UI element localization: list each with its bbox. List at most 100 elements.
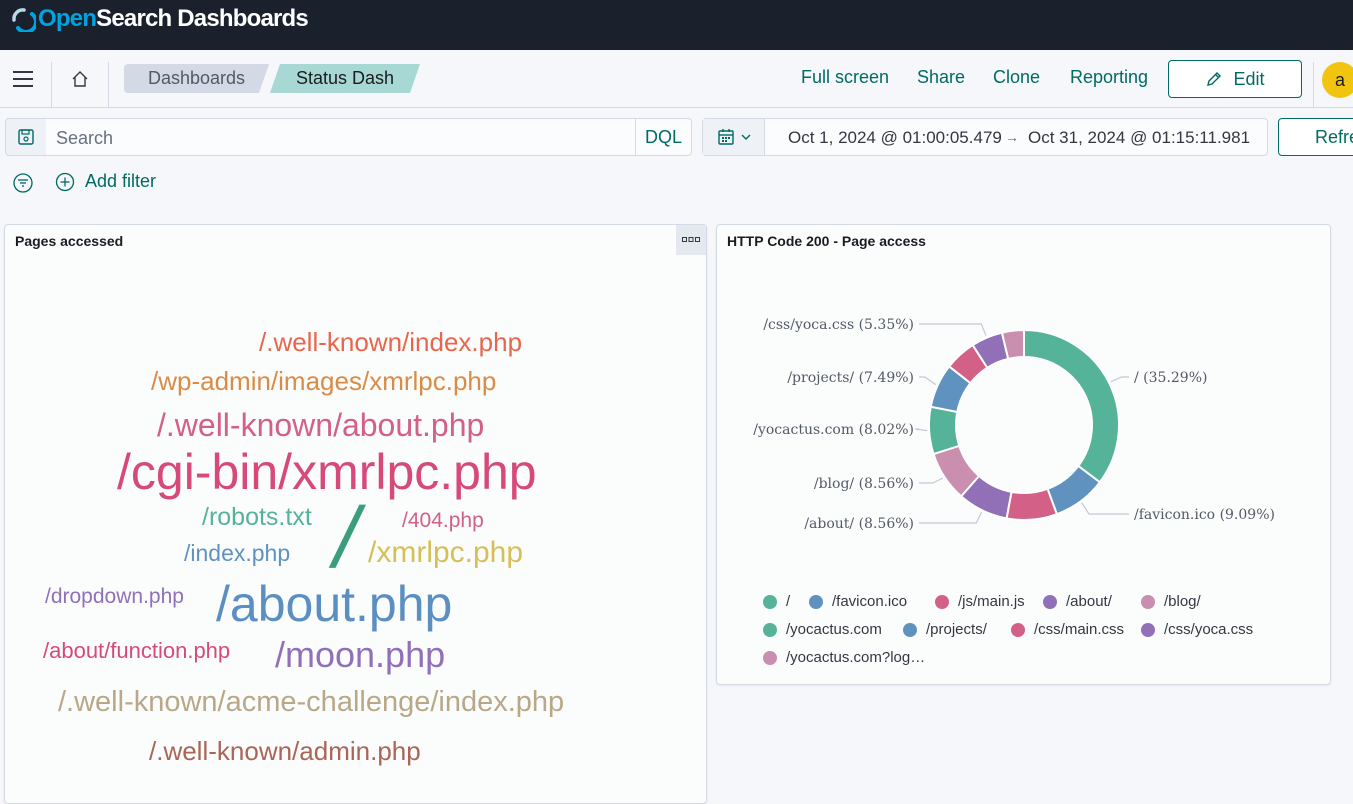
user-avatar[interactable]: a (1322, 62, 1353, 98)
search-input[interactable]: Search (56, 128, 113, 149)
logo-text-open: Open (38, 5, 97, 32)
refresh-label: Refresh (1315, 126, 1353, 147)
refresh-button[interactable]: Refresh (1278, 118, 1353, 156)
calendar-icon (717, 129, 734, 145)
wordcloud-word[interactable]: /.well-known/about.php (157, 409, 484, 441)
date-range-picker[interactable]: Oct 1, 2024 @ 01:00:05.479 → Oct 31, 202… (702, 118, 1268, 156)
full-screen-link[interactable]: Full screen (801, 67, 889, 88)
wordcloud-word[interactable]: /about/function.php (43, 640, 230, 662)
end-date[interactable]: Oct 31, 2024 @ 01:15:11.981 (1028, 128, 1250, 148)
wordcloud-word[interactable]: / (325, 490, 369, 586)
slice-callout-label: /css/yoca.css (5.35%) (763, 317, 914, 333)
legend-label: /about/ (1066, 593, 1112, 610)
saved-query-button[interactable] (5, 118, 47, 156)
callout-leader-line (919, 376, 937, 386)
donut-chart-panel: HTTP Code 200 - Page access / (35.29%)/f… (716, 224, 1331, 685)
wordcloud-panel: Pages accessed /.well-known/index.php /w… (4, 224, 707, 804)
divider (108, 62, 109, 108)
legend-item[interactable]: /about/ (1043, 593, 1112, 610)
hamburger-icon (13, 71, 33, 87)
breadcrumb-dashboards[interactable]: Dashboards (124, 64, 269, 93)
legend-item[interactable]: /blog/ (1141, 593, 1201, 610)
legend-item[interactable]: /css/main.css (1011, 621, 1124, 638)
arrow-right-icon: → (1005, 129, 1019, 145)
wordcloud-word[interactable]: /dropdown.php (45, 586, 184, 607)
legend-label: /projects/ (926, 621, 987, 638)
callout-leader-line (919, 477, 944, 484)
legend-color-dot-icon (1141, 622, 1155, 637)
donut-slice[interactable] (1005, 487, 1059, 521)
breadcrumb-status-dash: Status Dash (270, 64, 420, 93)
callout-leader-line (919, 323, 987, 336)
opensearch-logo[interactable]: OpenSearch Dashboards (10, 5, 309, 33)
wordcloud-word[interactable]: /about.php (216, 579, 452, 629)
wordcloud-word[interactable]: /.well-known/index.php (259, 329, 522, 355)
add-filter-label: Add filter (85, 171, 157, 191)
legend-item[interactable]: /projects/ (903, 621, 987, 638)
home-icon (72, 71, 88, 87)
menu-toggle-button[interactable] (0, 50, 46, 108)
callout-leader-line (1081, 502, 1129, 515)
pencil-icon (1207, 72, 1222, 86)
wordcloud-word[interactable]: /wp-admin/images/xmrlpc.php (151, 368, 496, 394)
filter-options-button[interactable] (13, 173, 33, 198)
home-button[interactable] (56, 50, 104, 108)
legend-color-dot-icon (763, 650, 777, 665)
wordcloud-word[interactable]: /404.php (402, 510, 484, 531)
start-date[interactable]: Oct 1, 2024 @ 01:00:05.479 (788, 128, 1002, 148)
legend-item[interactable]: /js/main.js (935, 593, 1025, 610)
chevron-down-icon (741, 134, 750, 140)
quick-date-menu-button[interactable] (703, 119, 765, 155)
wordcloud-word[interactable]: /xmrlpc.php (368, 538, 523, 568)
wordcloud-word[interactable]: /cgi-bin/xmrlpc.php (117, 447, 537, 497)
legend-color-dot-icon (903, 622, 917, 637)
legend-color-dot-icon (1043, 594, 1057, 609)
legend-label: / (786, 593, 791, 610)
reporting-link[interactable]: Reporting (1070, 67, 1148, 88)
panel-title: Pages accessed (15, 233, 124, 249)
legend-color-dot-icon (1011, 622, 1025, 637)
navigation-bar: Dashboards Status Dash Full screen Share… (0, 50, 1353, 108)
legend-color-dot-icon (935, 594, 949, 609)
wordcloud-word[interactable]: /.well-known/admin.php (149, 738, 421, 764)
slice-callout-label: /blog/ (8.56%) (814, 476, 914, 492)
edit-button[interactable]: Edit (1168, 60, 1302, 98)
search-field[interactable]: Search DQL (46, 118, 692, 156)
legend-color-dot-icon (763, 594, 777, 609)
opensearch-mark-icon (12, 8, 36, 32)
logo-text-rest: Search Dashboards (96, 5, 309, 32)
add-filter-button[interactable]: Add filter (55, 171, 156, 192)
panel-options-button[interactable] (676, 225, 706, 255)
legend-color-dot-icon (763, 622, 777, 637)
query-language-button[interactable]: DQL (635, 119, 691, 155)
legend-item[interactable]: /favicon.ico (809, 593, 907, 610)
wordcloud-word[interactable]: /moon.php (275, 637, 445, 673)
legend-item[interactable]: /css/yoca.css (1141, 621, 1253, 638)
slice-callout-label: /favicon.ico (9.09%) (1134, 507, 1275, 523)
legend-color-dot-icon (1141, 594, 1155, 609)
callout-leader-line (1110, 376, 1129, 383)
legend-item[interactable]: /yocactus.com?log… (763, 649, 925, 666)
share-link[interactable]: Share (917, 67, 965, 88)
donut-slice[interactable] (928, 405, 961, 456)
wordcloud-word[interactable]: /index.php (184, 542, 290, 565)
donut-slice[interactable] (1023, 328, 1120, 484)
legend-label: /blog/ (1164, 593, 1201, 610)
legend-label: /yocactus.com (786, 621, 882, 638)
legend-item[interactable]: / (763, 593, 790, 610)
query-bar: Search DQL Oct 1, 2024 @ 01:00:05.479 → … (0, 108, 1353, 166)
legend-color-dot-icon (809, 594, 823, 609)
slice-callout-label: /about/ (8.56%) (804, 516, 914, 532)
filter-icon (13, 173, 33, 193)
divider (51, 62, 52, 108)
wordcloud-word[interactable]: /.well-known/acme-challenge/index.php (58, 688, 564, 717)
legend-label: /css/yoca.css (1164, 621, 1254, 638)
donut-chart: / (35.29%) /favicon.ico (9.09%) /about/ (8… (753, 317, 1275, 532)
legend-item[interactable]: /yocactus.com (763, 621, 882, 638)
clone-link[interactable]: Clone (993, 67, 1040, 88)
wordcloud-word[interactable]: /robots.txt (202, 505, 312, 530)
legend-label: /favicon.ico (832, 593, 908, 610)
ellipsis-icon (682, 237, 700, 242)
slice-callout-label: /projects/ (7.49%) (787, 370, 914, 386)
top-header: OpenSearch Dashboards (0, 0, 1353, 50)
